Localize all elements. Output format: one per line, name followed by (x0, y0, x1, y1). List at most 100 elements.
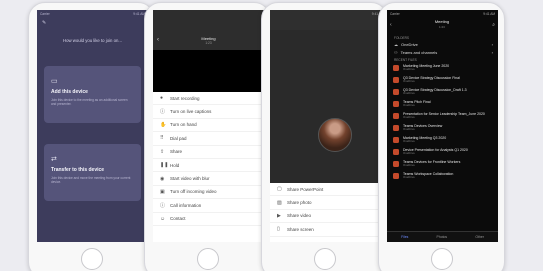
laptop-icon: ▭ (51, 78, 58, 85)
folder-teams[interactable]: ⚇ Teams and channels › (387, 48, 498, 56)
menu-label: Share (170, 149, 183, 155)
ppt-icon (393, 173, 399, 179)
recent-file-item[interactable]: Teams Pitch Final OneDrive (387, 98, 498, 110)
share-sheet: ▢ Share PowerPoint ▨ Share photo ▶ Share vi… (270, 183, 381, 242)
bottom-tab-bar: Files Photos Other (387, 231, 498, 242)
video-area (153, 50, 264, 92)
menu-label: Turn on live captions (170, 109, 212, 115)
card-title: Add this device (51, 89, 88, 95)
hold-item[interactable]: ❚❚ Hold (153, 159, 264, 173)
phone-more-actions: ‹ Meeting 1:23 ● Start recording ⓘ Turn on… (144, 2, 271, 271)
recent-file-item[interactable]: Marketing Meeting Q3 2020 OneDrive (387, 134, 498, 146)
contact-icon: ☺ (160, 215, 166, 222)
share-item[interactable]: ⇪ Share (153, 146, 264, 159)
file-location: OneDrive (403, 139, 415, 144)
meeting-duration: 1:23 (205, 41, 212, 45)
recent-file-item[interactable]: Q3 Device Strategy Discussion_Draft 1.3 O… (387, 86, 498, 98)
recent-file-item[interactable]: Device Presentation for Analysts Q1 2020… (387, 146, 498, 158)
blur-icon: ◉ (160, 175, 165, 182)
incoming-video-item[interactable]: ▣ Turn off incoming video (153, 186, 264, 200)
menu-label: Hold (170, 162, 180, 168)
recent-file-item[interactable]: Teams Workspace Collaboration OneDrive (387, 170, 498, 182)
home-button[interactable] (431, 248, 453, 270)
share-video-item[interactable]: ▶ Share video (270, 210, 381, 224)
phone-file-picker: Carrier 9:41 AM ‹ Meeting 1:23 ⌕ FOLDERS… (378, 2, 505, 271)
participant-video (270, 30, 381, 185)
file-location: OneDrive (403, 151, 415, 156)
menu-label: Turn on hand (170, 122, 197, 128)
menu-label: Share PowerPoint (287, 186, 324, 192)
start-video-blur-item[interactable]: ◉ Start video with blur (153, 172, 264, 186)
recent-file-item[interactable]: Q3 Device Strategy Discussion Final OneDr… (387, 74, 498, 86)
home-button[interactable] (314, 248, 336, 270)
dial-pad-item[interactable]: ⠿ Dial pad (153, 132, 264, 146)
status-bar (153, 10, 264, 16)
ppt-icon (393, 113, 399, 119)
card-description: Join this device and move the meeting fr… (51, 176, 131, 185)
share-menu-screen: 9:41 ▢ Share PowerPoint ▨ Share photo ▶ Sha… (270, 10, 381, 242)
picker-header: ‹ Meeting 1:23 ⌕ (387, 16, 498, 34)
file-location: OneDrive (403, 163, 415, 168)
recent-file-item[interactable]: Teams Devices Overview OneDrive (387, 122, 498, 134)
video-off-icon: ▣ (160, 188, 165, 195)
photo-icon: ▨ (277, 199, 282, 206)
hand-item[interactable]: ✋ Turn on hand (153, 119, 264, 133)
recent-file-item[interactable]: Presentation for Senior Leadership Team_… (387, 110, 498, 122)
back-icon[interactable]: ‹ (390, 22, 392, 28)
menu-label: Share video (287, 213, 312, 219)
file-location: OneDrive (403, 79, 415, 84)
phone-transfer-icon: ⇄ (51, 156, 57, 163)
share-screen-item[interactable]: ▯ Share screen (270, 223, 381, 237)
edit-icon[interactable]: ✎ (42, 20, 46, 26)
status-bar: 9:41 (270, 10, 381, 16)
transfer-to-device-card[interactable]: ⇄ Transfer to this device Join this devi… (44, 144, 141, 201)
share-powerpoint-item[interactable]: ▢ Share PowerPoint (270, 183, 381, 197)
hand-icon: ✋ (160, 121, 167, 128)
call-information-item[interactable]: ⓘ Call information (153, 199, 264, 213)
ppt-icon: ▢ (277, 186, 282, 193)
tab-photos[interactable]: Photos (437, 235, 448, 239)
record-icon: ● (160, 95, 164, 102)
tab-other[interactable]: Other (475, 235, 483, 239)
status-bar: Carrier 9:41 AM (37, 10, 148, 16)
share-photo-item[interactable]: ▨ Share photo (270, 196, 381, 210)
menu-label: Start video with blur (170, 176, 210, 182)
ppt-icon (393, 125, 399, 131)
participant-avatar (318, 118, 352, 152)
folder-label: OneDrive (401, 41, 418, 47)
keypad-icon: ⠿ (160, 135, 164, 142)
ppt-icon (393, 161, 399, 167)
menu-label: Share screen (287, 226, 314, 232)
file-location: OneDrive (403, 115, 415, 120)
live-captions-item[interactable]: ⓘ Turn on live captions (153, 105, 264, 119)
teams-icon: ⚇ (394, 49, 398, 55)
start-recording-item[interactable]: ● Start recording (153, 92, 264, 106)
video-icon: ▶ (277, 212, 281, 219)
file-location: OneDrive (403, 67, 415, 72)
tab-files[interactable]: Files (401, 235, 408, 239)
status-time: 9:41 AM (483, 12, 495, 16)
carrier-label: Carrier (40, 12, 50, 16)
ppt-icon (393, 77, 399, 83)
join-options-screen: Carrier 9:41 AM ✎ How would you like to … (37, 10, 148, 242)
chevron-right-icon: › (491, 49, 493, 55)
menu-label: Turn off incoming video (170, 189, 217, 195)
ppt-icon (393, 149, 399, 155)
hold-icon: ❚❚ (160, 162, 169, 169)
recent-file-item[interactable]: Marketing Meeting June 2020 OneDrive (387, 62, 498, 74)
home-button[interactable] (197, 248, 219, 270)
card-description: Join this device to the meeting as an ad… (51, 98, 128, 107)
contact-item[interactable]: ☺ Contact (153, 213, 264, 226)
add-this-device-card[interactable]: ▭ Add this device Join this device to th… (44, 66, 141, 123)
folder-label: Teams and channels (400, 49, 438, 55)
home-button[interactable] (81, 248, 103, 270)
recent-file-item[interactable]: Teams Devices for Frontline Workers OneDr… (387, 158, 498, 170)
cloud-icon: ☁ (394, 41, 398, 47)
menu-label: Call information (170, 202, 202, 208)
file-location: OneDrive (403, 127, 415, 132)
carrier-label: Carrier (390, 12, 400, 16)
menu-label: Start recording (170, 95, 200, 101)
more-actions-screen: ‹ Meeting 1:23 ● Start recording ⓘ Turn on… (153, 10, 264, 242)
search-icon[interactable]: ⌕ (492, 22, 495, 28)
folder-onedrive[interactable]: ☁ OneDrive › (387, 40, 498, 48)
